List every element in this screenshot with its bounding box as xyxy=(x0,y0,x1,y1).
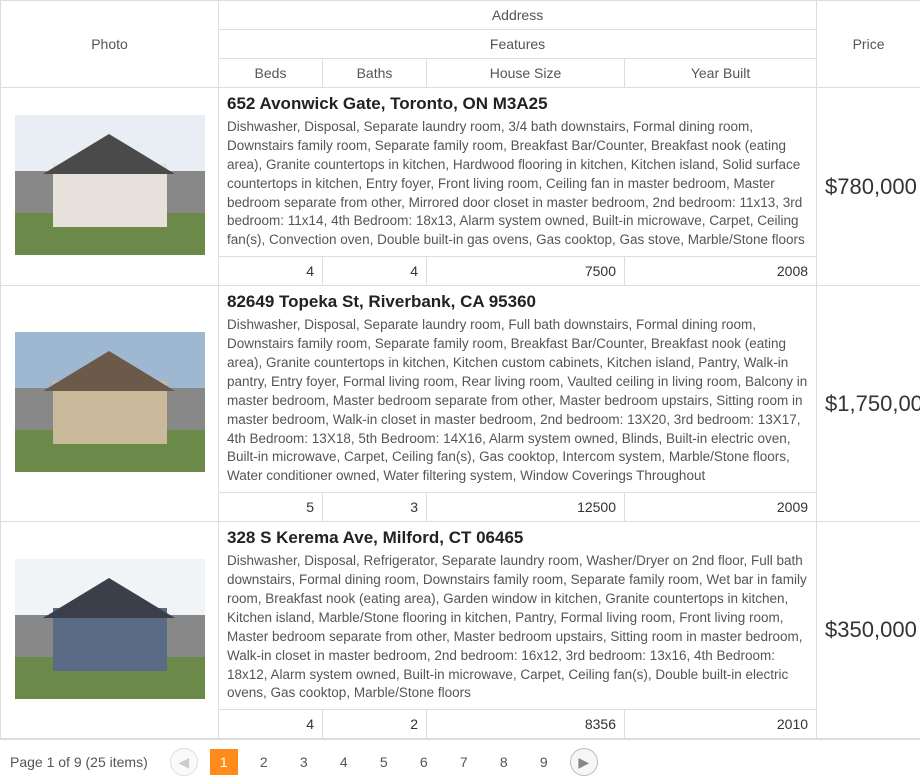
table-row: 652 Avonwick Gate, Toronto, ON M3A25 Dish… xyxy=(1,88,920,257)
listing-year: 2009 xyxy=(625,493,817,522)
listing-photo[interactable] xyxy=(15,332,205,472)
address-features-cell: 652 Avonwick Gate, Toronto, ON M3A25 Dish… xyxy=(219,88,817,257)
listing-beds: 5 xyxy=(219,493,323,522)
header-baths[interactable]: Baths xyxy=(323,59,427,88)
header-features[interactable]: Features xyxy=(219,30,817,59)
listing-baths: 4 xyxy=(323,257,427,286)
header-price[interactable]: Price xyxy=(817,1,920,88)
page-button-3[interactable]: 3 xyxy=(290,749,318,775)
listing-size: 12500 xyxy=(427,493,625,522)
page-button-5[interactable]: 5 xyxy=(370,749,398,775)
listing-address: 328 S Kerema Ave, Milford, CT 06465 xyxy=(227,528,808,548)
listing-size: 8356 xyxy=(427,710,625,739)
listing-year: 2008 xyxy=(625,257,817,286)
page-button-7[interactable]: 7 xyxy=(450,749,478,775)
listing-features: Dishwasher, Disposal, Refrigerator, Sepa… xyxy=(227,552,808,703)
listing-photo[interactable] xyxy=(15,115,205,255)
chevron-left-icon: ◀ xyxy=(178,754,189,771)
listing-photo[interactable] xyxy=(15,559,205,699)
header-address[interactable]: Address xyxy=(219,1,817,30)
pager-label: Page 1 of 9 (25 items) xyxy=(10,754,148,770)
pager: Page 1 of 9 (25 items) ◀ 123456789 ▶ xyxy=(0,739,920,784)
photo-cell xyxy=(1,286,219,522)
listings-grid: Photo Address Price Features Beds Baths … xyxy=(0,0,920,739)
page-button-8[interactable]: 8 xyxy=(490,749,518,775)
listing-address: 652 Avonwick Gate, Toronto, ON M3A25 xyxy=(227,94,808,114)
listing-size: 7500 xyxy=(427,257,625,286)
header-year-built[interactable]: Year Built xyxy=(625,59,817,88)
page-button-6[interactable]: 6 xyxy=(410,749,438,775)
header-photo[interactable]: Photo xyxy=(1,1,219,88)
pager-next-button[interactable]: ▶ xyxy=(570,748,598,776)
listing-price: $1,750,000 xyxy=(817,286,920,522)
page-button-9[interactable]: 9 xyxy=(530,749,558,775)
photo-cell xyxy=(1,88,219,286)
listing-price: $780,000 xyxy=(817,88,920,286)
listing-features: Dishwasher, Disposal, Separate laundry r… xyxy=(227,118,808,250)
header-house-size[interactable]: House Size xyxy=(427,59,625,88)
listing-price: $350,000 xyxy=(817,522,920,739)
listing-beds: 4 xyxy=(219,257,323,286)
table-row: 328 S Kerema Ave, Milford, CT 06465 Dishw… xyxy=(1,522,920,710)
address-features-cell: 328 S Kerema Ave, Milford, CT 06465 Dishw… xyxy=(219,522,817,710)
listing-features: Dishwasher, Disposal, Separate laundry r… xyxy=(227,316,808,486)
page-button-2[interactable]: 2 xyxy=(250,749,278,775)
header-beds[interactable]: Beds xyxy=(219,59,323,88)
listing-baths: 2 xyxy=(323,710,427,739)
pager-prev-button[interactable]: ◀ xyxy=(170,748,198,776)
table-row: 82649 Topeka St, Riverbank, CA 95360 Dish… xyxy=(1,286,920,493)
listing-baths: 3 xyxy=(323,493,427,522)
page-button-4[interactable]: 4 xyxy=(330,749,358,775)
photo-cell xyxy=(1,522,219,739)
listing-address: 82649 Topeka St, Riverbank, CA 95360 xyxy=(227,292,808,312)
listing-year: 2010 xyxy=(625,710,817,739)
page-button-1[interactable]: 1 xyxy=(210,749,238,775)
listing-beds: 4 xyxy=(219,710,323,739)
chevron-right-icon: ▶ xyxy=(578,754,589,771)
address-features-cell: 82649 Topeka St, Riverbank, CA 95360 Dish… xyxy=(219,286,817,493)
